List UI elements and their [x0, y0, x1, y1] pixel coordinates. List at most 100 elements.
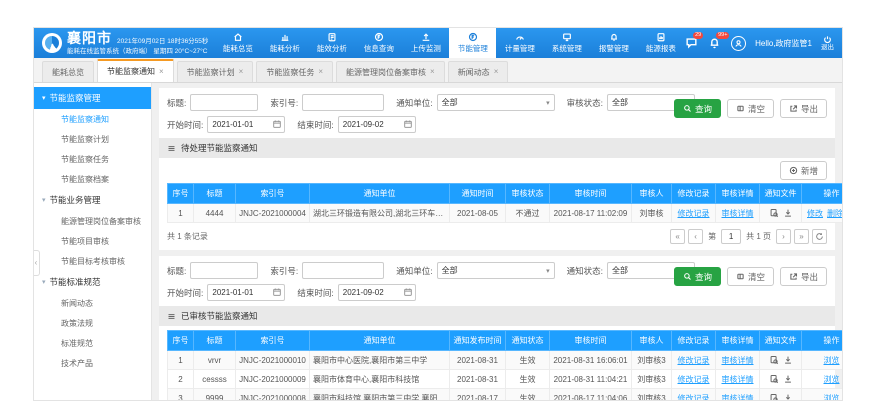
audit-detail-link[interactable]: 审核详情 — [722, 356, 754, 365]
table-row[interactable]: 1 4444 JNJC-2021000004 湖北三环锻造有限公司,湖北三环车桥… — [168, 204, 843, 223]
nav-upload-monitor[interactable]: 上传监测 — [402, 28, 449, 58]
status-badge: 不通过 — [506, 204, 550, 223]
export-button[interactable]: 导出 — [780, 267, 827, 286]
tab-news[interactable]: 新闻动态 — [448, 61, 509, 82]
refresh-icon — [815, 232, 824, 241]
sidebar-item-products[interactable]: 技术产品 — [34, 353, 151, 373]
chevron-down-icon — [546, 266, 550, 275]
sidebar-group-business-mgmt[interactable]: 节能业务管理 — [34, 189, 151, 211]
tab-inspection-task[interactable]: 节能监察任务 — [256, 61, 333, 82]
sidebar-collapse-handle[interactable]: ‹ — [33, 250, 40, 276]
index-input[interactable] — [302, 262, 384, 279]
sidebar-item-inspection-plan[interactable]: 节能监察计划 — [34, 129, 151, 149]
sidebar-item-policies[interactable]: 政策法规 — [34, 313, 151, 333]
upload-icon — [421, 32, 431, 42]
sidebar-item-inspection-task[interactable]: 节能监察任务 — [34, 149, 151, 169]
nav-metering-mgmt[interactable]: 计量管理 — [496, 28, 543, 58]
calendar-icon[interactable] — [403, 119, 413, 129]
calendar-icon[interactable] — [403, 287, 413, 297]
clear-button[interactable]: 清空 — [727, 99, 774, 118]
unit-select[interactable]: 全部 — [437, 262, 555, 279]
tab-close-icon[interactable] — [318, 68, 323, 76]
nav-efficiency-analysis[interactable]: 能效分析 — [308, 28, 355, 58]
nav-energy-overview[interactable]: 能耗总览 — [214, 28, 261, 58]
calendar-icon[interactable] — [272, 287, 282, 297]
browse-link[interactable]: 浏览 — [824, 394, 840, 402]
index-input[interactable] — [302, 94, 384, 111]
sidebar-group-inspection-mgmt[interactable]: 节能监察管理 — [34, 87, 151, 109]
modify-record-link[interactable]: 修改记录 — [678, 394, 710, 402]
audit-detail-link[interactable]: 审核详情 — [722, 394, 754, 402]
file-preview-icon[interactable] — [769, 208, 779, 218]
search-button[interactable]: 查询 — [674, 267, 721, 286]
modify-link[interactable]: 修改 — [807, 209, 823, 218]
browse-link[interactable]: 浏览 — [824, 375, 840, 384]
chevron-down-icon — [42, 94, 46, 102]
tab-close-icon[interactable] — [239, 68, 244, 76]
browse-link[interactable]: 浏览 — [824, 356, 840, 365]
tab-energy-overview[interactable]: 能耗总览 — [42, 61, 94, 82]
pager-last-button[interactable]: » — [794, 229, 809, 244]
title-input[interactable] — [190, 94, 258, 111]
tab-inspection-plan[interactable]: 节能监察计划 — [177, 61, 254, 82]
add-button[interactable]: 新增 — [780, 161, 827, 180]
download-icon[interactable] — [783, 374, 793, 384]
city-logo-icon — [42, 33, 62, 53]
nav-info-query[interactable]: 信息查询 — [355, 28, 402, 58]
tab-close-icon[interactable] — [159, 68, 164, 76]
tab-close-icon[interactable] — [494, 68, 499, 76]
nav-energy-analysis[interactable]: 能耗分析 — [261, 28, 308, 58]
main-nav: 能耗总览 能耗分析 能效分析 信息查询 上传监测 节能管理 计量管理 系统管理 … — [214, 28, 684, 58]
pager-next-button[interactable]: › — [776, 229, 791, 244]
table-row[interactable]: 3 9999 JNJC-2021000008 襄阳市科技馆,襄阳市第三中学,襄阳… — [168, 389, 843, 402]
download-icon[interactable] — [783, 393, 793, 401]
sidebar-item-standards[interactable]: 标准规范 — [34, 333, 151, 353]
sidebar-group-standards[interactable]: 节能标准规范 — [34, 271, 151, 293]
search-button[interactable]: 查询 — [674, 99, 721, 118]
page-number-input[interactable] — [724, 232, 738, 241]
user-avatar[interactable] — [731, 36, 746, 51]
index-label: 索引号: — [270, 265, 298, 277]
refresh-button[interactable] — [812, 229, 827, 244]
clear-button[interactable]: 清空 — [727, 267, 774, 286]
audit-detail-link[interactable]: 审核详情 — [722, 209, 754, 218]
modify-record-link[interactable]: 修改记录 — [678, 375, 710, 384]
tab-post-record-audit[interactable]: 能源管理岗位备案审核 — [336, 61, 445, 82]
nav-alarm-mgmt[interactable]: 报警管理 — [590, 28, 637, 58]
modify-record-link[interactable]: 修改记录 — [678, 356, 710, 365]
sidebar-item-target-audit[interactable]: 节能目标考核审核 — [34, 251, 151, 271]
modify-record-link[interactable]: 修改记录 — [678, 209, 710, 218]
sidebar-item-post-record-audit[interactable]: 能源管理岗位备案审核 — [34, 211, 151, 231]
unit-select[interactable]: 全部 — [437, 94, 555, 111]
energy-mgmt-icon — [468, 32, 478, 42]
sidebar-item-inspection-archive[interactable]: 节能监察档案 — [34, 169, 151, 189]
export-button[interactable]: 导出 — [780, 99, 827, 118]
delete-link[interactable]: 删除 — [827, 209, 842, 218]
tab-inspection-notice[interactable]: 节能监察通知 — [97, 59, 174, 82]
sidebar-item-inspection-notice[interactable]: 节能监察通知 — [34, 109, 151, 129]
pagination: « ‹ 第 共 1 页 › » — [670, 229, 827, 244]
tab-close-icon[interactable] — [430, 68, 435, 76]
file-preview-icon[interactable] — [769, 355, 779, 365]
notifications-button[interactable]: 99+ — [708, 36, 722, 50]
sidebar-item-project-audit[interactable]: 节能项目审核 — [34, 231, 151, 251]
title-input[interactable] — [190, 262, 258, 279]
file-preview-icon[interactable] — [769, 393, 779, 401]
sidebar-item-news[interactable]: 新闻动态 — [34, 293, 151, 313]
calendar-icon[interactable] — [272, 119, 282, 129]
table-row[interactable]: 1 vrvr JNJC-2021000010 襄阳市中心医院,襄阳市第三中学 2… — [168, 351, 843, 370]
pager-first-button[interactable]: « — [670, 229, 685, 244]
table-row[interactable]: 2 cessss JNJC-2021000009 襄阳市体育中心,襄阳市科技馆 … — [168, 370, 843, 389]
messages-button[interactable]: 29 — [685, 36, 699, 50]
download-icon[interactable] — [783, 208, 793, 218]
download-icon[interactable] — [783, 355, 793, 365]
pager-prev-button[interactable]: ‹ — [688, 229, 703, 244]
nav-system-mgmt[interactable]: 系统管理 — [543, 28, 590, 58]
chevron-down-icon — [42, 196, 46, 204]
file-preview-icon[interactable] — [769, 374, 779, 384]
audit-detail-link[interactable]: 审核详情 — [722, 375, 754, 384]
logout-button[interactable]: 退出 — [821, 35, 834, 51]
nav-energy-saving-mgmt[interactable]: 节能管理 — [449, 28, 496, 58]
chevron-down-icon — [546, 98, 550, 107]
nav-energy-report[interactable]: 能源报表 — [637, 28, 684, 58]
